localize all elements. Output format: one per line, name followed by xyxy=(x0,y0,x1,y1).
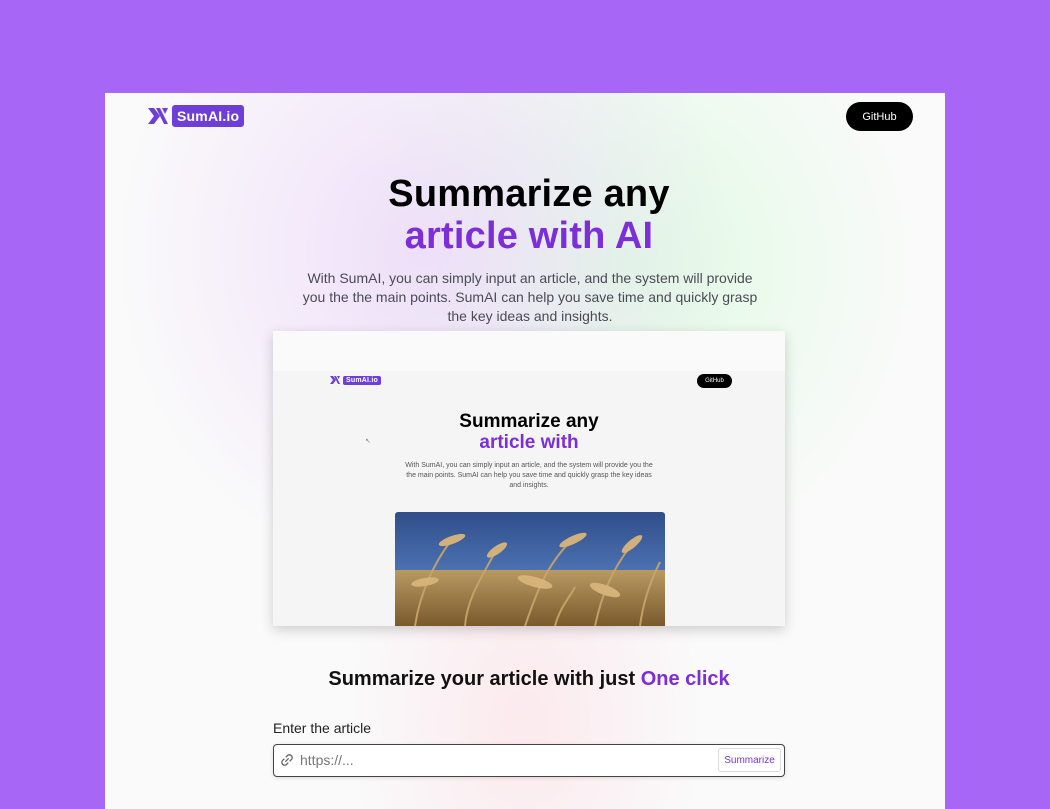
url-input-box: Summarize xyxy=(273,744,785,777)
logo-text: SumAI.io xyxy=(172,105,245,127)
link-icon xyxy=(281,754,293,766)
page-frame: SumAI.io GitHub Summarize any article wi… xyxy=(105,93,945,809)
github-button[interactable]: GitHub xyxy=(846,102,913,131)
preview-logo: SumAI.io xyxy=(329,374,381,386)
section-title-accent: One click xyxy=(640,668,730,690)
preview-logo-mark-icon xyxy=(330,376,340,384)
hero-title-line2: article with AI xyxy=(404,215,654,257)
logo-mark-icon xyxy=(148,108,168,124)
preview-title-line1: Summarize any xyxy=(459,411,599,432)
logo[interactable]: SumAI.io xyxy=(146,104,245,128)
hero-description: With SumAI, you can simply input an arti… xyxy=(302,270,758,324)
preview-logo-text: SumAI.io xyxy=(343,375,381,385)
preview-wheat-image xyxy=(395,512,665,626)
preview-description: With SumAI, you can simply input an arti… xyxy=(405,462,653,489)
preview-title-line2: article with xyxy=(479,432,579,453)
hero-title: Summarize any article with AI xyxy=(105,173,945,257)
hero-title-line1: Summarize any xyxy=(388,173,670,215)
article-url-input[interactable] xyxy=(300,750,700,770)
section-title: Summarize your article with just One cli… xyxy=(105,668,945,691)
article-field-label: Enter the article xyxy=(273,720,372,736)
preview-screenshot: SumAI.io GitHub ↖ Summarize any article … xyxy=(273,331,785,626)
preview-github-button: GitHub xyxy=(697,374,732,388)
preview-top-band xyxy=(273,331,785,371)
section-title-prefix: Summarize your article with just xyxy=(328,668,636,690)
preview-title: Summarize any article with xyxy=(273,411,785,453)
summarize-button[interactable]: Summarize xyxy=(718,748,781,772)
